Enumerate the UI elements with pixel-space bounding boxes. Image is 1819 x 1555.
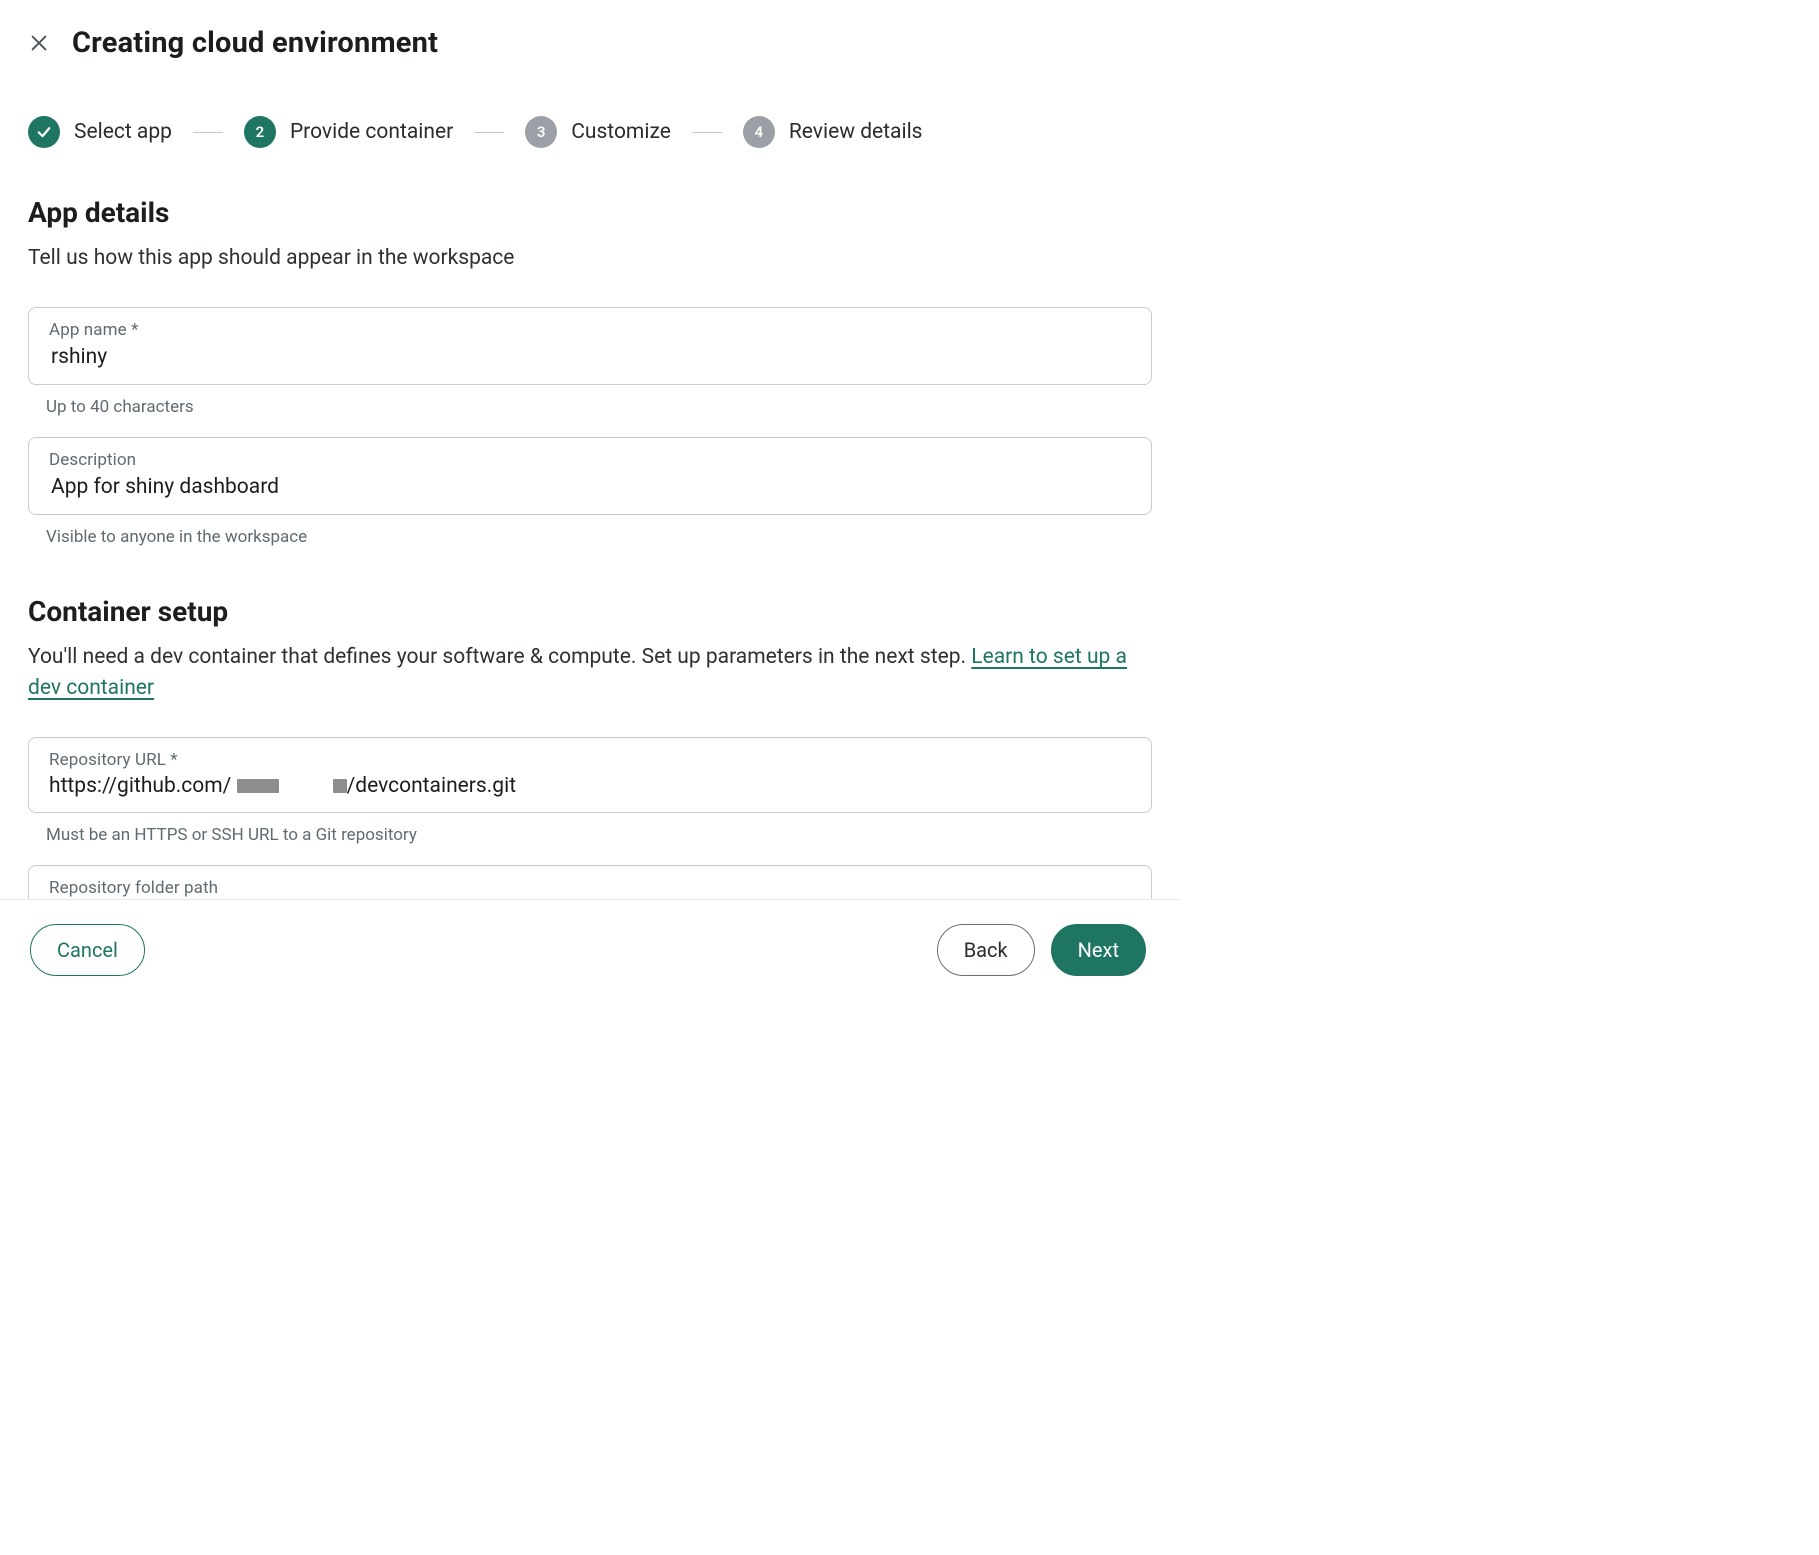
stepper: Select app 2 Provide container 3 Customi… <box>28 116 1152 148</box>
container-setup-subheading-text: You'll need a dev container that defines… <box>28 645 971 669</box>
step-label: Review details <box>789 120 923 144</box>
step-select-app[interactable]: Select app <box>28 116 172 148</box>
dialog-footer: Cancel Back Next <box>0 899 1180 1002</box>
repo-url-suffix: /devcontainers.git <box>347 774 517 798</box>
check-icon <box>35 123 53 141</box>
description-helper: Visible to anyone in the workspace <box>28 527 1152 547</box>
next-button[interactable]: Next <box>1051 924 1146 976</box>
description-input[interactable] <box>49 474 1131 500</box>
step-label: Customize <box>571 120 671 144</box>
dialog-header: Creating cloud environment <box>0 0 1180 60</box>
dialog-title: Creating cloud environment <box>72 26 438 60</box>
description-field[interactable]: Description <box>28 437 1152 515</box>
step-label: Select app <box>74 120 172 144</box>
step-customize[interactable]: 3 Customize <box>525 116 671 148</box>
repo-url-input[interactable]: https://github.com/ /devcontainers.git <box>49 774 1131 798</box>
close-button[interactable] <box>24 28 54 58</box>
step-label: Provide container <box>290 120 453 144</box>
step-provide-container[interactable]: 2 Provide container <box>244 116 453 148</box>
cancel-button[interactable]: Cancel <box>30 924 145 976</box>
app-name-helper: Up to 40 characters <box>28 397 1152 417</box>
redacted-text <box>333 779 347 793</box>
description-label: Description <box>49 450 1131 470</box>
repo-url-helper: Must be an HTTPS or SSH URL to a Git rep… <box>28 825 1152 845</box>
app-name-field[interactable]: App name * <box>28 307 1152 385</box>
dialog-content: Select app 2 Provide container 3 Customi… <box>0 60 1180 899</box>
step-circle: 4 <box>743 116 775 148</box>
step-circle: 3 <box>525 116 557 148</box>
container-setup-subheading: You'll need a dev container that defines… <box>28 642 1152 703</box>
container-setup-heading: Container setup <box>28 595 1152 628</box>
app-name-label: App name * <box>49 320 1131 340</box>
repo-url-prefix: https://github.com/ <box>49 774 237 798</box>
app-name-input[interactable] <box>49 344 1131 370</box>
repo-path-label: Repository folder path <box>49 878 1131 898</box>
step-connector <box>474 132 504 133</box>
step-circle <box>28 116 60 148</box>
step-circle: 2 <box>244 116 276 148</box>
create-cloud-env-dialog: Creating cloud environment Select app 2 … <box>0 0 1180 1002</box>
redacted-text <box>237 779 279 793</box>
close-icon <box>28 32 50 54</box>
step-connector <box>692 132 722 133</box>
app-details-subheading: Tell us how this app should appear in th… <box>28 243 1152 273</box>
repo-url-label: Repository URL * <box>49 750 1131 770</box>
step-connector <box>193 132 223 133</box>
repo-path-field[interactable]: Repository folder path <box>28 865 1152 899</box>
step-review-details[interactable]: 4 Review details <box>743 116 923 148</box>
back-button[interactable]: Back <box>937 924 1035 976</box>
app-details-heading: App details <box>28 196 1152 229</box>
repo-url-field[interactable]: Repository URL * https://github.com/ /de… <box>28 737 1152 813</box>
